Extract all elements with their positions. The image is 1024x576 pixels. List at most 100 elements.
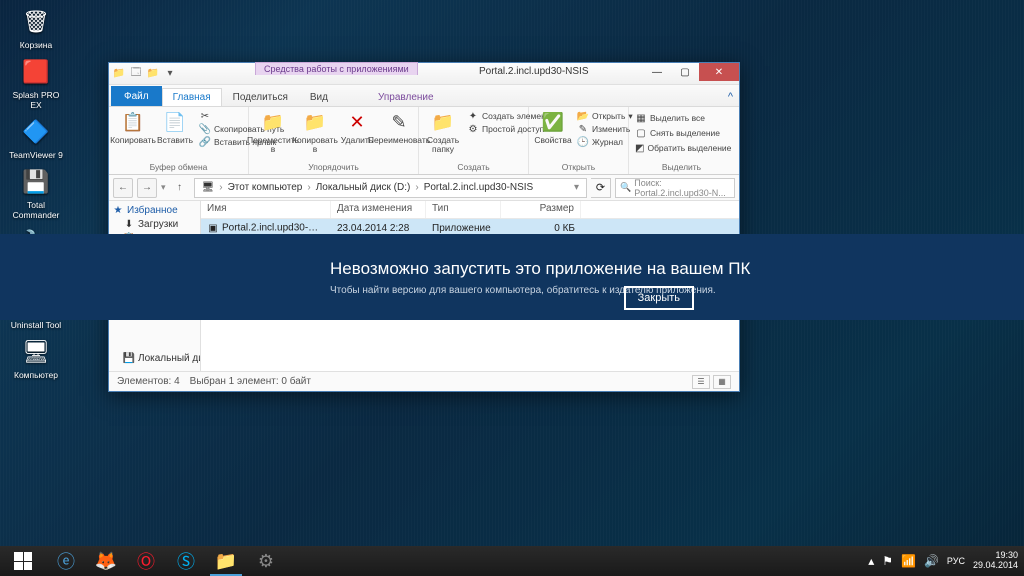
select-invert-button[interactable]: ◩Обратить выделение xyxy=(635,142,728,154)
props-icon[interactable]: 🗔 xyxy=(129,67,143,81)
taskbar-explorer[interactable]: 📁 xyxy=(206,546,246,576)
start-button[interactable] xyxy=(0,546,46,576)
titlebar[interactable]: 📁 🗔 📁 ▾ Средства работы с приложениями P… xyxy=(109,63,739,85)
desktop-icon-teamviewer[interactable]: 🔷TeamViewer 9 xyxy=(6,116,66,160)
select-none-button[interactable]: ▢Снять выделение xyxy=(635,127,728,139)
app-icon: 🔷 xyxy=(20,116,52,148)
maximize-button[interactable]: ▢ xyxy=(671,63,699,81)
crumb-dropdown-icon[interactable]: ▾ xyxy=(571,182,582,193)
status-count: Элементов: 4 xyxy=(117,376,180,387)
properties-button[interactable]: ✅Свойства xyxy=(535,110,571,145)
desktop-icons: 🗑Корзина 🟥Splash PRO EX 🔷TeamViewer 9 💾T… xyxy=(6,6,66,380)
props-icon: ✅ xyxy=(541,110,565,134)
error-title: Невозможно запустить это приложение на в… xyxy=(330,259,1024,279)
recent-dropdown[interactable]: ▾ xyxy=(161,182,166,193)
view-grid-button[interactable]: ▦ xyxy=(713,375,731,389)
tab-manage[interactable]: Управление xyxy=(367,88,445,106)
open-button[interactable]: 📂Открыть▾ xyxy=(577,110,633,122)
desktop-icon-computer[interactable]: 🖥Компьютер xyxy=(6,336,66,380)
tray-language[interactable]: РУС xyxy=(947,556,965,566)
up-button[interactable]: ↑ xyxy=(170,178,190,198)
tray-flag-icon[interactable]: ⚑ xyxy=(882,554,893,568)
copy-to-button[interactable]: 📁Копировать в xyxy=(297,110,333,155)
copyto-icon: 📁 xyxy=(303,110,327,134)
tab-share[interactable]: Поделиться xyxy=(222,88,299,106)
col-size[interactable]: Размер xyxy=(501,201,581,218)
tray-show-hidden-icon[interactable]: ▴ xyxy=(868,554,874,568)
group-clipboard-label: Буфер обмена xyxy=(109,162,248,172)
access-icon: ⚙ xyxy=(467,123,479,135)
breadcrumb[interactable]: 🖥› Этот компьютер› Локальный диск (D:)› … xyxy=(194,178,587,198)
download-icon: ⬇ xyxy=(123,218,135,230)
folder-icon: 📁 xyxy=(112,67,126,81)
tray-clock[interactable]: 19:3029.04.2014 xyxy=(973,551,1018,571)
tree-favorites[interactable]: ★Избранное xyxy=(109,203,200,217)
cut-icon: ✂ xyxy=(199,110,211,122)
desktop-icon-recycle-bin[interactable]: 🗑Корзина xyxy=(6,6,66,50)
taskbar-app[interactable]: ⚙ xyxy=(246,546,286,576)
exe-icon: ▣ xyxy=(207,222,219,234)
paste-button[interactable]: 📄Вставить xyxy=(157,110,193,145)
window-controls: — ▢ ✕ xyxy=(643,63,739,81)
select-all-button[interactable]: ▦Выделить все xyxy=(635,112,728,124)
app-icon: 💾 xyxy=(20,166,52,198)
refresh-button[interactable]: ⟳ xyxy=(591,178,611,198)
newfolder-icon[interactable]: 📁 xyxy=(146,67,160,81)
shortcut-icon: 🔗 xyxy=(199,136,211,148)
col-type[interactable]: Тип xyxy=(426,201,501,218)
copy-button[interactable]: 📋Копировать xyxy=(115,110,151,145)
tab-view[interactable]: Вид xyxy=(299,88,339,106)
tab-home[interactable]: Главная xyxy=(162,88,222,106)
tree-drive-d[interactable]: 💾Локальный диск (D xyxy=(109,351,200,365)
invert-icon: ◩ xyxy=(635,142,644,154)
taskbar: ⓔ 🦊 Ⓞ Ⓢ 📁 ⚙ ▴ ⚑ 📶 🔊 РУС 19:3029.04.2014 xyxy=(0,546,1024,576)
back-button[interactable]: ← xyxy=(113,178,133,198)
tray-network-icon[interactable]: 📶 xyxy=(901,554,916,568)
tree-downloads[interactable]: ⬇Загрузки xyxy=(109,217,200,231)
quick-access-toolbar: 📁 🗔 📁 ▾ xyxy=(109,67,177,81)
move-to-button[interactable]: 📁Переместить в xyxy=(255,110,291,155)
close-button[interactable]: ✕ xyxy=(699,63,739,81)
status-selected: Выбран 1 элемент: 0 байт xyxy=(190,376,311,387)
edit-button[interactable]: ✎Изменить xyxy=(577,123,633,135)
col-date[interactable]: Дата изменения xyxy=(331,201,426,218)
history-icon: 🕒 xyxy=(577,136,589,148)
edit-icon: ✎ xyxy=(577,123,589,135)
group-new-label: Создать xyxy=(419,162,528,172)
minimize-button[interactable]: — xyxy=(643,63,671,81)
ribbon: 📋Копировать 📄Вставить ✂ 📎Скопировать пут… xyxy=(109,107,739,175)
list-header: Имя Дата изменения Тип Размер xyxy=(201,201,739,219)
desktop-icon-splash[interactable]: 🟥Splash PRO EX xyxy=(6,56,66,110)
forward-button[interactable]: → xyxy=(137,178,157,198)
new-folder-button[interactable]: 📁Создать папку xyxy=(425,110,461,155)
desktop-icon-totalcmd[interactable]: 💾Total Commander xyxy=(6,166,66,220)
taskbar-opera[interactable]: Ⓞ xyxy=(126,546,166,576)
view-details-button[interactable]: ☰ xyxy=(692,375,710,389)
explorer-window: 📁 🗔 📁 ▾ Средства работы с приложениями P… xyxy=(108,62,740,392)
tab-file[interactable]: Файл xyxy=(111,86,162,106)
new-icon: ✦ xyxy=(467,110,479,122)
search-icon: 🔍 xyxy=(620,182,631,193)
rename-button[interactable]: ✎Переименовать xyxy=(381,110,417,145)
ribbon-collapse-icon[interactable]: ^ xyxy=(722,88,739,106)
app-icon: 🟥 xyxy=(20,56,52,88)
close-button[interactable]: Закрыть xyxy=(624,286,694,310)
taskbar-skype[interactable]: Ⓢ xyxy=(166,546,206,576)
tray-volume-icon[interactable]: 🔊 xyxy=(924,554,939,568)
group-open-label: Открыть xyxy=(529,162,628,172)
history-button[interactable]: 🕒Журнал xyxy=(577,136,633,148)
move-icon: 📁 xyxy=(261,110,285,134)
address-bar: ← → ▾ ↑ 🖥› Этот компьютер› Локальный дис… xyxy=(109,175,739,201)
path-icon: 📎 xyxy=(199,123,211,135)
search-input[interactable]: 🔍Поиск: Portal.2.incl.upd30-N... xyxy=(615,178,735,198)
qat-dropdown-icon[interactable]: ▾ xyxy=(163,67,177,81)
taskbar-firefox[interactable]: 🦊 xyxy=(86,546,126,576)
taskbar-ie[interactable]: ⓔ xyxy=(46,546,86,576)
system-tray: ▴ ⚑ 📶 🔊 РУС 19:3029.04.2014 xyxy=(868,551,1024,571)
ribbon-tabs: Файл Главная Поделиться Вид Управление ^ xyxy=(109,85,739,107)
paste-icon: 📄 xyxy=(163,110,187,134)
col-name[interactable]: Имя xyxy=(201,201,331,218)
bin-icon: 🗑 xyxy=(20,6,52,38)
selectall-icon: ▦ xyxy=(635,112,647,124)
folder-icon: 📁 xyxy=(431,110,455,134)
